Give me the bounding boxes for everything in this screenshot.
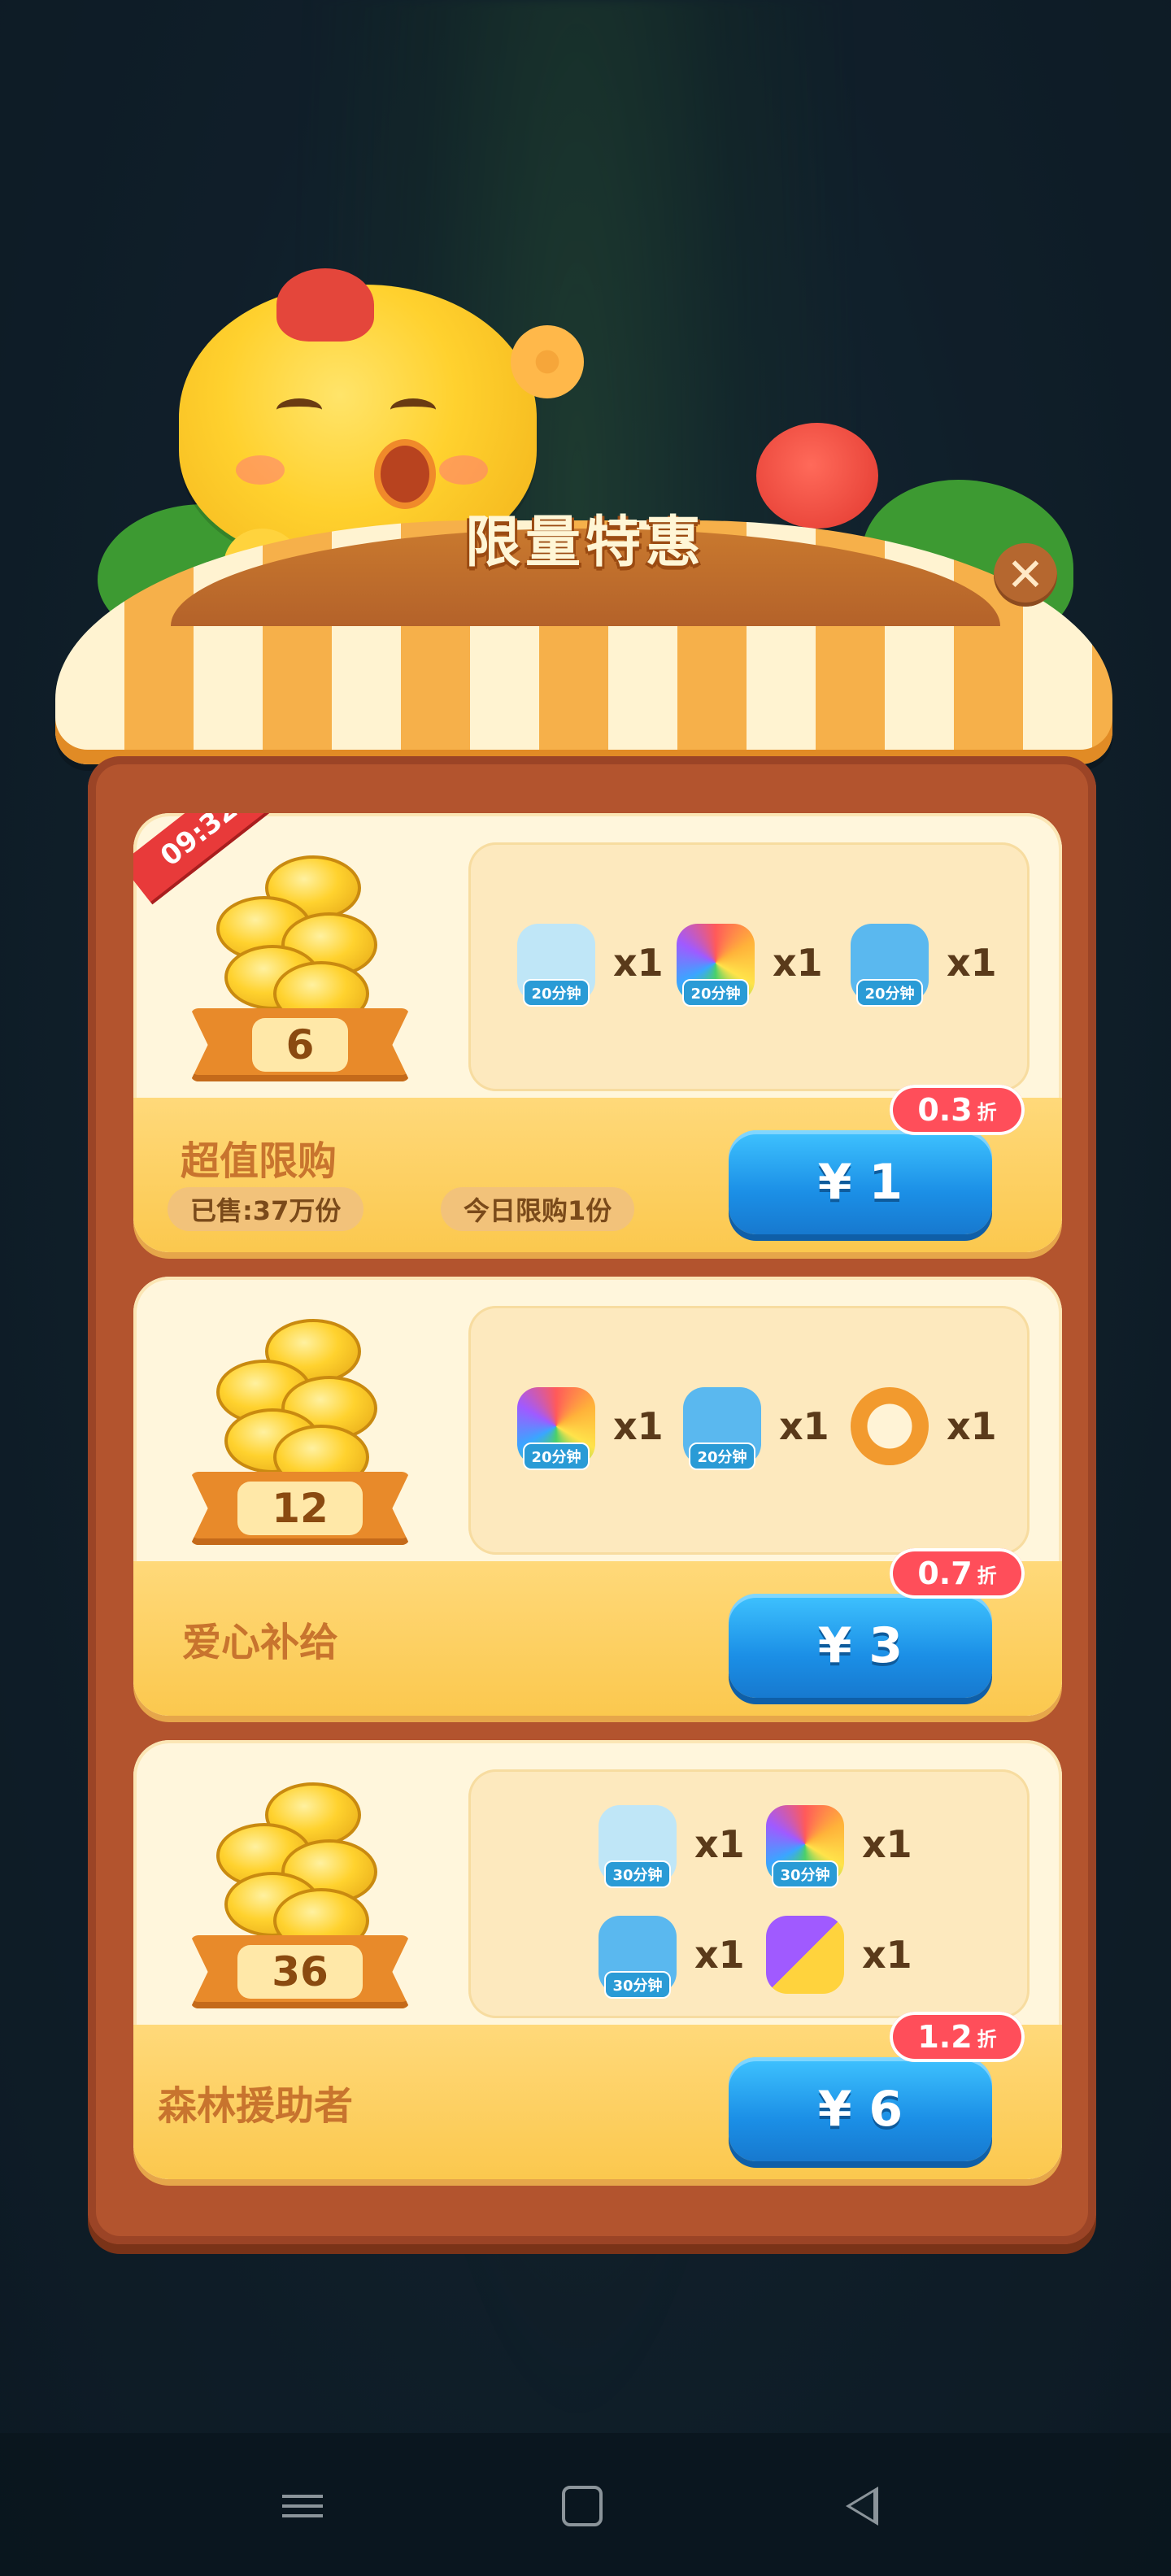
coin-stack-icon	[208, 1319, 377, 1490]
discount-badge: 0.7 折	[890, 1548, 1025, 1599]
back-icon	[846, 2487, 878, 2526]
system-nav-bar	[0, 2433, 1171, 2576]
popup-title: 限量特惠	[464, 510, 706, 575]
coin-amount: 36	[237, 1945, 363, 1999]
item-blue-bird-chick: 20分钟 x1	[683, 1387, 829, 1470]
item-rainbow-owl: 20分钟 x1	[517, 1387, 664, 1470]
home-icon	[562, 2486, 603, 2526]
coin-stack-icon	[208, 1782, 377, 1953]
offer-card-2: 12 20分钟 x1 20分钟 x1 x1 爱心补给 ¥ 3 0.7 折	[133, 1277, 1062, 1716]
mascot-blush-right	[439, 455, 488, 485]
close-button[interactable]: ✕	[994, 543, 1057, 607]
buy-button[interactable]: ¥ 3	[729, 1594, 992, 1698]
buy-button[interactable]: ¥ 6	[729, 2057, 992, 2161]
offer-card-3: 36 30分钟 x1 30分钟 x1 30分钟 x1 x1 森林援助者 ¥ 6 …	[133, 1740, 1062, 2179]
coin-amount: 6	[251, 1018, 349, 1072]
flower-icon	[511, 325, 584, 398]
offer-name: 超值限购	[181, 1138, 337, 1184]
rainbow-owl-icon: 20分钟	[677, 924, 755, 1007]
items-panel: 20分钟 x1 20分钟 x1 x1	[468, 1306, 1030, 1555]
item-bottle: 30分钟 x1	[599, 1805, 745, 1888]
mascot-eye-right	[390, 398, 436, 421]
buy-button[interactable]: ¥ 1	[729, 1130, 992, 1234]
item-qty: x1	[947, 941, 997, 985]
item-qty: x1	[947, 1404, 997, 1448]
blue-bird-chick-icon: 20分钟	[851, 924, 929, 1007]
blue-bird-chick-icon: 30分钟	[599, 1916, 677, 1999]
item-rainbow-owl: 20分钟 x1	[677, 924, 823, 1007]
items-panel: 20分钟 x1 20分钟 x1 20分钟 x1	[468, 842, 1030, 1091]
coin-amount-ribbon: 12	[190, 1472, 410, 1545]
blue-bird-chick-icon: 20分钟	[683, 1387, 761, 1470]
coin-amount-ribbon: 6	[190, 1008, 410, 1081]
mascot-comb	[276, 268, 374, 342]
item-blue-bird-chick: 30分钟 x1	[599, 1916, 745, 1999]
item-bottle: 20分钟 x1	[517, 924, 664, 1007]
bottle-icon: 20分钟	[517, 924, 595, 1007]
sold-count-badge: 已售:37万份	[168, 1187, 364, 1231]
item-qty: x1	[862, 1933, 912, 1977]
item-qty: x1	[613, 1404, 664, 1448]
red-bird-mascot	[756, 423, 878, 529]
mascot-blush-left	[236, 455, 285, 485]
item-swap: x1	[766, 1916, 912, 1994]
back-button[interactable]	[829, 2474, 895, 2539]
item-blue-bird-chick: 20分钟 x1	[851, 924, 997, 1007]
swap-icon	[766, 1916, 844, 1994]
item-qty: x1	[694, 1822, 745, 1866]
rainbow-owl-icon: 30分钟	[766, 1805, 844, 1888]
daily-limit-badge: 今日限购1份	[441, 1187, 635, 1231]
discount-badge: 0.3 折	[890, 1085, 1025, 1135]
discount-badge: 1.2 折	[890, 2012, 1025, 2062]
item-rainbow-owl: 30分钟 x1	[766, 1805, 912, 1888]
item-qty: x1	[694, 1933, 745, 1977]
items-panel: 30分钟 x1 30分钟 x1 30分钟 x1 x1	[468, 1769, 1030, 2018]
offer-card-1: 6 20分钟 x1 20分钟 x1 20分钟 x1 超值限购 已售:37万份 今…	[133, 813, 1062, 1252]
item-clock: x1	[851, 1387, 997, 1465]
clock-icon	[851, 1387, 929, 1465]
coin-amount-ribbon: 36	[190, 1935, 410, 2008]
rainbow-owl-icon: 20分钟	[517, 1387, 595, 1470]
item-qty: x1	[613, 941, 664, 985]
item-qty: x1	[779, 1404, 829, 1448]
mascot-eye-left	[276, 398, 322, 421]
menu-icon[interactable]	[270, 2474, 335, 2539]
item-qty: x1	[773, 941, 823, 985]
item-qty: x1	[862, 1822, 912, 1866]
coin-amount: 12	[237, 1482, 363, 1535]
home-button[interactable]	[550, 2474, 615, 2539]
bottle-icon: 30分钟	[599, 1805, 677, 1888]
coin-stack-icon	[208, 855, 377, 1026]
offer-name: 爱心补给	[182, 1620, 339, 1665]
offer-name: 森林援助者	[158, 2083, 354, 2129]
